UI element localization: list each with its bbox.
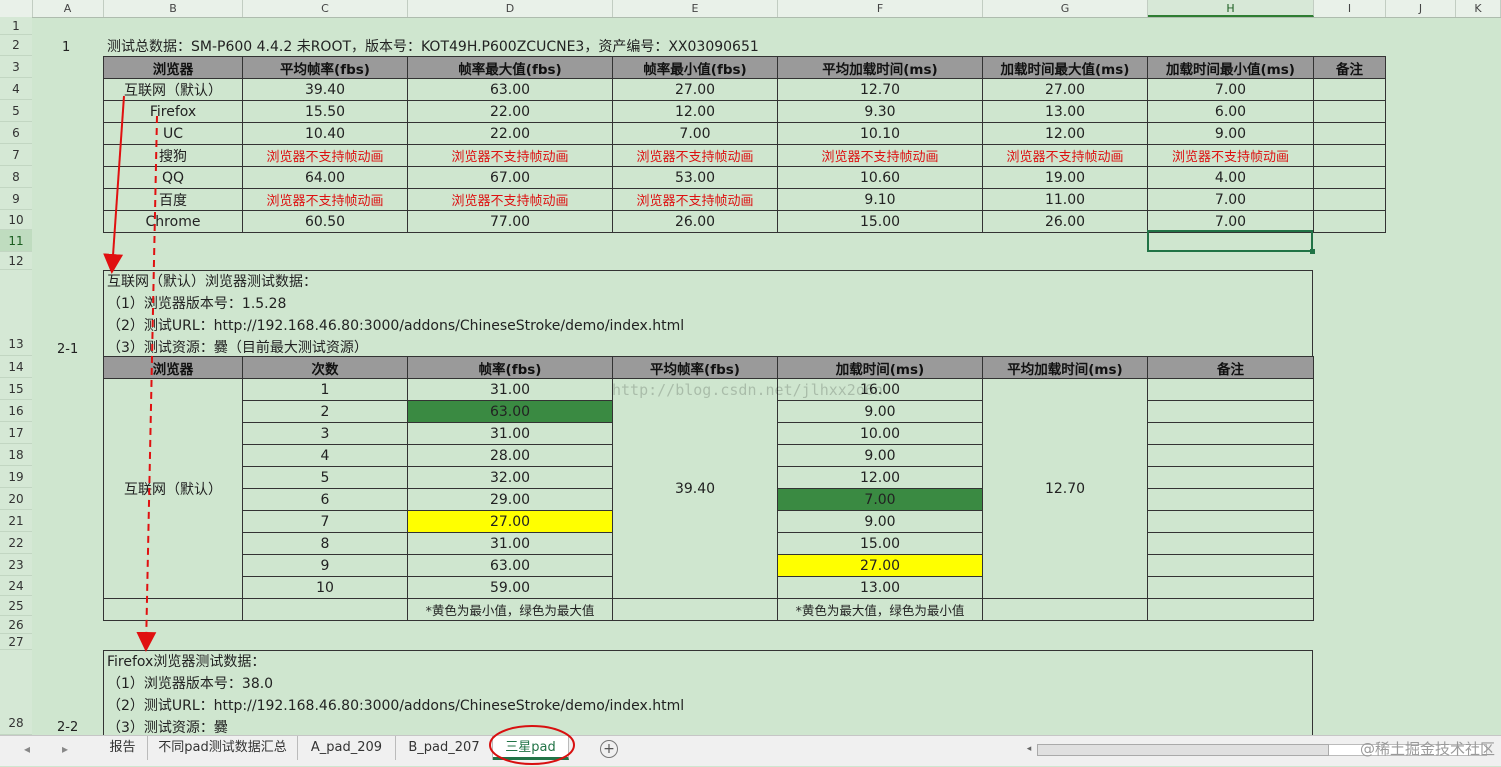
sheet-tab-1[interactable]: 报告: [98, 736, 148, 760]
spreadsheet-area[interactable]: ABCDEFGHIJK 1 2 3 4 5 6 7 8 9 10 11 12 13 14 15 16 17 18 1…: [0, 0, 1501, 735]
scroll-thumb[interactable]: [1037, 744, 1329, 756]
scroll-left-icon[interactable]: ◂: [1023, 742, 1035, 756]
add-sheet-button[interactable]: +: [600, 740, 618, 758]
sheet-tab-2[interactable]: 不同pad测试数据汇总: [148, 736, 298, 760]
annotation-arrows: [103, 95, 158, 652]
sheet-tab-3[interactable]: A_pad_209: [298, 736, 396, 760]
solid-arrow-line: [103, 95, 125, 274]
tab-highlight-circle: [489, 725, 575, 765]
scroll-tabs-right-icon[interactable]: ▸: [62, 742, 68, 756]
sheet-tab-4[interactable]: B_pad_207: [396, 736, 493, 760]
footer-watermark: @稀土掘金技术社区: [1359, 740, 1495, 758]
dashed-arrow-line: [136, 115, 158, 652]
sheet-tab-bar: ◂ ▸ 报告 不同pad测试数据汇总 A_pad_209 B_pad_207 三星pad…: [0, 725, 1501, 766]
scroll-tabs-left-icon[interactable]: ◂: [24, 742, 30, 756]
